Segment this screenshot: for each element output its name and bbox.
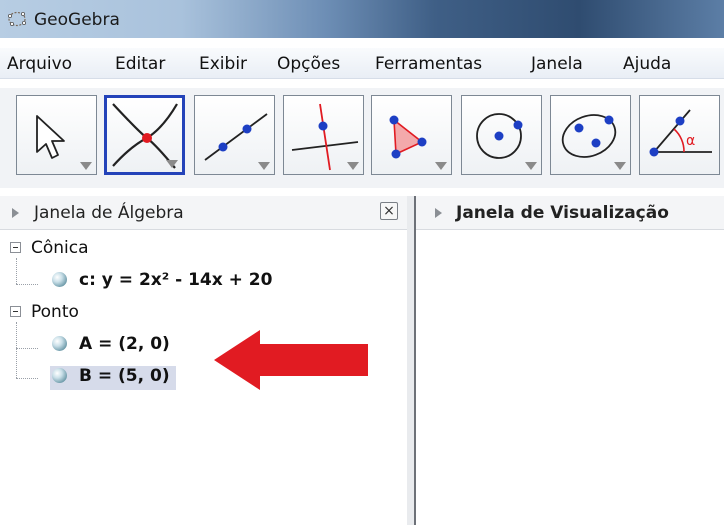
tree-line — [16, 322, 17, 378]
category-ponto[interactable]: Ponto — [10, 302, 79, 322]
object-label: c: y = 2x² - 14x + 20 — [79, 270, 273, 290]
menu-exibir[interactable]: Exibir — [199, 54, 247, 74]
expand-arrow-icon[interactable] — [435, 208, 442, 218]
menu-opcoes[interactable]: Opções — [277, 54, 340, 74]
panel-splitter-bg[interactable] — [407, 196, 414, 525]
category-label: Cônica — [31, 238, 89, 258]
tool-dropdown-icon[interactable] — [80, 162, 92, 170]
algebra-object-b[interactable]: B = (5, 0) — [50, 366, 176, 390]
menu-janela[interactable]: Janela — [531, 54, 583, 74]
graphics-view-header[interactable]: Janela de Visualização — [416, 196, 724, 230]
line-tool-button[interactable] — [194, 95, 275, 175]
geogebra-logo-icon — [7, 11, 26, 27]
collapse-box-icon[interactable] — [10, 242, 21, 253]
category-conica[interactable]: Cônica — [10, 238, 89, 258]
conic-tool-button[interactable] — [550, 95, 631, 175]
angle-tool-icon: α — [649, 109, 712, 157]
tree-line — [16, 258, 17, 284]
title-bar: GeoGebra — [0, 0, 724, 38]
algebra-object-c[interactable]: c: y = 2x² - 14x + 20 — [52, 270, 272, 294]
window-title: GeoGebra — [34, 10, 120, 30]
expand-arrow-icon[interactable] — [12, 208, 19, 218]
tree-line — [16, 284, 38, 285]
graphics-view-title: Janela de Visualização — [456, 203, 669, 223]
red-arrow-annotation — [214, 330, 368, 390]
algebra-view-header[interactable]: Janela de Álgebra × — [0, 196, 407, 230]
perpendicular-tool-button[interactable] — [283, 95, 364, 175]
visibility-toggle-icon[interactable] — [52, 272, 67, 287]
intersect-tool-button[interactable] — [104, 95, 185, 175]
alpha-label: α — [686, 133, 695, 149]
toolbar: α — [0, 88, 724, 188]
tool-dropdown-icon[interactable] — [525, 162, 537, 170]
tree-line — [16, 378, 38, 379]
tool-dropdown-icon[interactable] — [614, 162, 626, 170]
collapse-box-icon[interactable] — [10, 306, 21, 317]
algebra-view-title: Janela de Álgebra — [34, 203, 184, 223]
menu-ferramentas[interactable]: Ferramentas — [375, 54, 482, 74]
menu-ajuda[interactable]: Ajuda — [623, 54, 671, 74]
visibility-toggle-icon[interactable] — [52, 336, 67, 351]
tool-dropdown-icon[interactable] — [258, 162, 270, 170]
tool-dropdown-icon[interactable] — [347, 162, 359, 170]
menu-bar: Arquivo Editar Exibir Opções Ferramentas… — [0, 48, 724, 79]
algebra-object-a[interactable]: A = (2, 0) — [52, 334, 170, 358]
angle-tool-button[interactable]: α — [639, 95, 720, 175]
circle-tool-button[interactable] — [461, 95, 542, 175]
menu-arquivo[interactable]: Arquivo — [7, 54, 72, 74]
panel-splitter[interactable] — [414, 196, 416, 525]
object-label: A = (2, 0) — [79, 334, 170, 354]
menu-editar[interactable]: Editar — [115, 54, 165, 74]
close-icon[interactable]: × — [380, 202, 398, 220]
tool-dropdown-icon[interactable] — [435, 162, 447, 170]
tool-dropdown-icon[interactable] — [166, 160, 178, 168]
tree-line — [16, 348, 38, 349]
object-label: B = (5, 0) — [79, 366, 170, 386]
move-tool-button[interactable] — [16, 95, 97, 175]
category-label: Ponto — [31, 302, 79, 322]
polygon-tool-button[interactable] — [371, 95, 452, 175]
visibility-toggle-icon[interactable] — [52, 368, 67, 383]
